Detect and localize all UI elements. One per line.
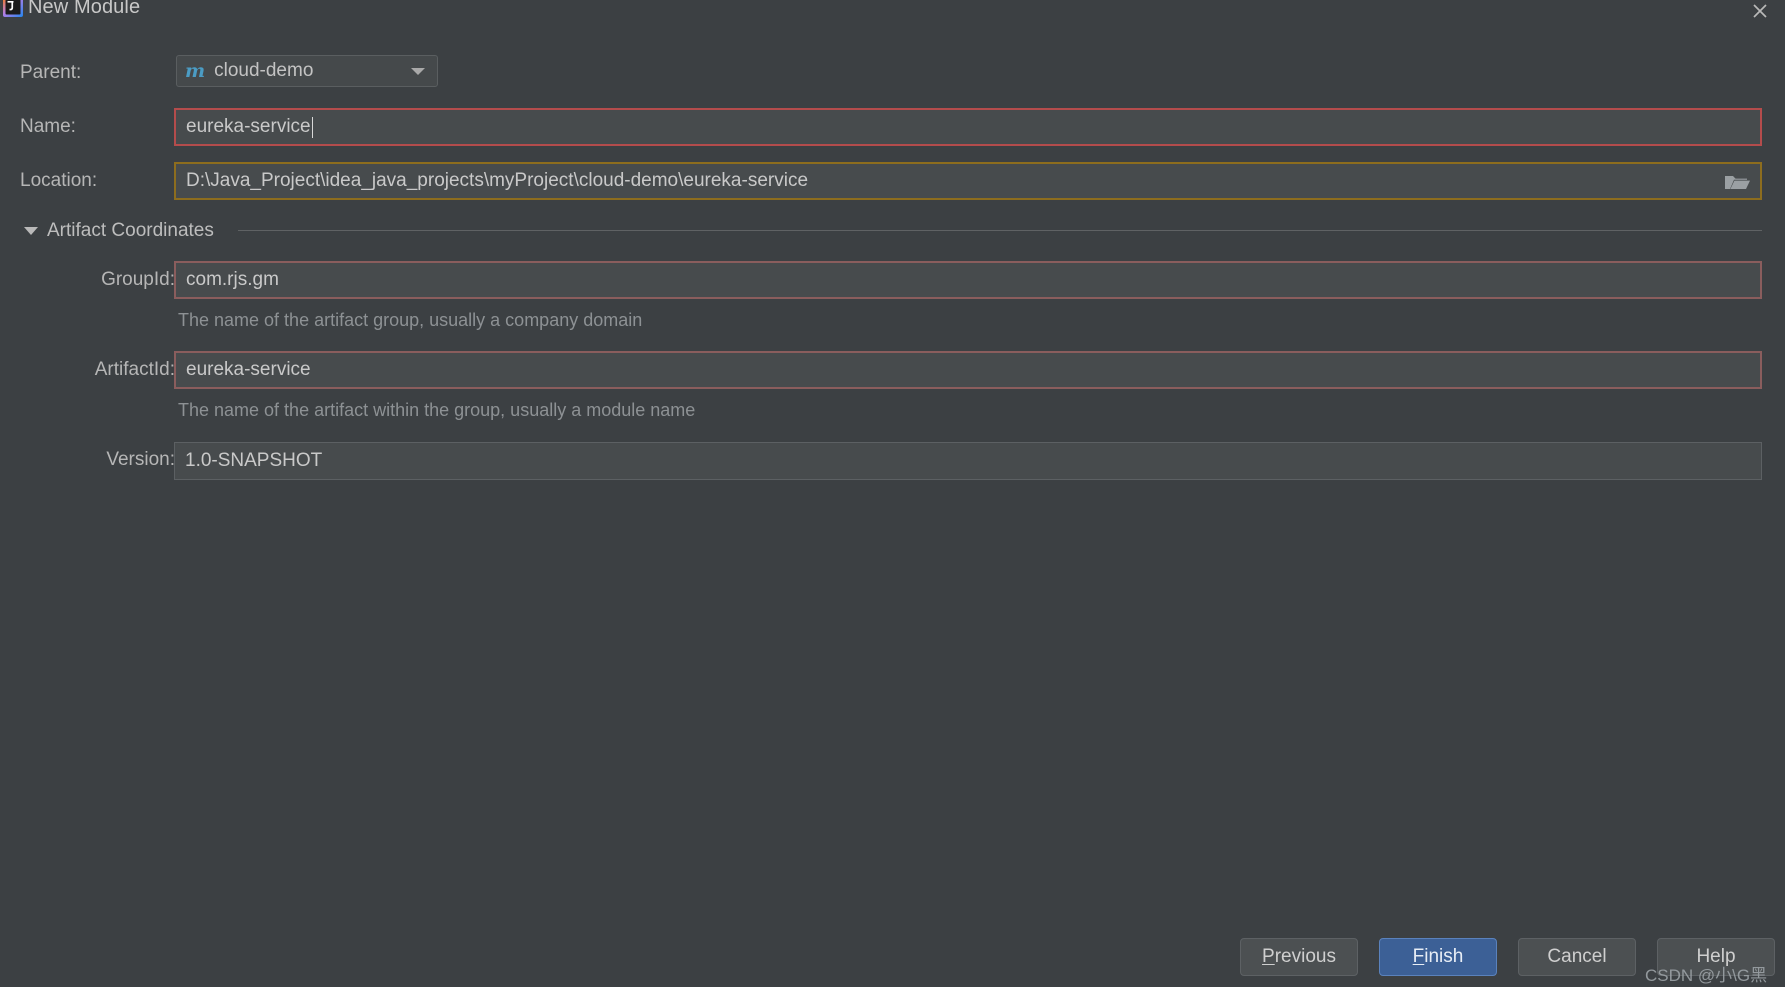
location-label: Location: — [20, 170, 98, 191]
groupid-input[interactable]: com.rjs.gm — [174, 261, 1762, 299]
intellij-idea-icon — [2, 0, 24, 18]
artifactid-input[interactable]: eureka-service — [174, 351, 1762, 389]
name-label: Name: — [20, 116, 76, 137]
folder-icon[interactable] — [1723, 170, 1751, 194]
artifactid-label: ArtifactId: — [94, 359, 175, 380]
cancel-button[interactable]: Cancel — [1518, 938, 1636, 976]
help-button-label: Help — [1696, 946, 1736, 967]
dialog-title: New Module — [28, 0, 141, 18]
chevron-down-icon[interactable] — [411, 67, 425, 75]
artifactid-hint: The name of the artifact within the grou… — [178, 400, 696, 420]
artifactid-input-value: eureka-service — [186, 359, 311, 380]
location-input[interactable]: D:\Java_Project\idea_java_projects\myPro… — [174, 162, 1762, 200]
name-input[interactable]: eureka-service — [174, 108, 1762, 146]
maven-module-icon: m — [185, 59, 206, 82]
version-input-value: 1.0-SNAPSHOT — [185, 450, 323, 471]
groupid-hint: The name of the artifact group, usually … — [178, 310, 643, 330]
text-caret — [311, 116, 313, 138]
previous-button-mnemonic: P — [1262, 946, 1275, 967]
parent-combo[interactable]: m cloud-demo — [176, 55, 438, 87]
location-input-value: D:\Java_Project\idea_java_projects\myPro… — [186, 170, 809, 191]
help-button[interactable]: Help — [1657, 938, 1775, 976]
dialog-title-bar: New Module — [0, 0, 1785, 26]
groupid-input-value: com.rjs.gm — [186, 269, 279, 290]
artifact-coordinates-title: Artifact Coordinates — [47, 220, 214, 241]
cancel-button-label: Cancel — [1547, 946, 1607, 967]
finish-button-label: inish — [1424, 946, 1464, 967]
triangle-down-icon[interactable] — [24, 227, 38, 235]
section-divider — [238, 230, 1762, 231]
groupid-label: GroupId: — [101, 269, 175, 290]
artifact-coordinates-section-header[interactable]: Artifact Coordinates — [24, 220, 214, 242]
parent-label: Parent: — [20, 62, 82, 83]
finish-button-mnemonic: F — [1412, 946, 1425, 967]
parent-combo-value: cloud-demo — [214, 60, 314, 81]
previous-button-label: revious — [1274, 946, 1336, 967]
finish-button[interactable]: Finish — [1379, 938, 1497, 976]
previous-button[interactable]: Previous — [1240, 938, 1358, 976]
version-label: Version: — [106, 449, 175, 470]
name-input-value: eureka-service — [186, 116, 311, 137]
close-icon[interactable] — [1745, 0, 1775, 26]
version-input[interactable]: 1.0-SNAPSHOT — [174, 442, 1762, 480]
